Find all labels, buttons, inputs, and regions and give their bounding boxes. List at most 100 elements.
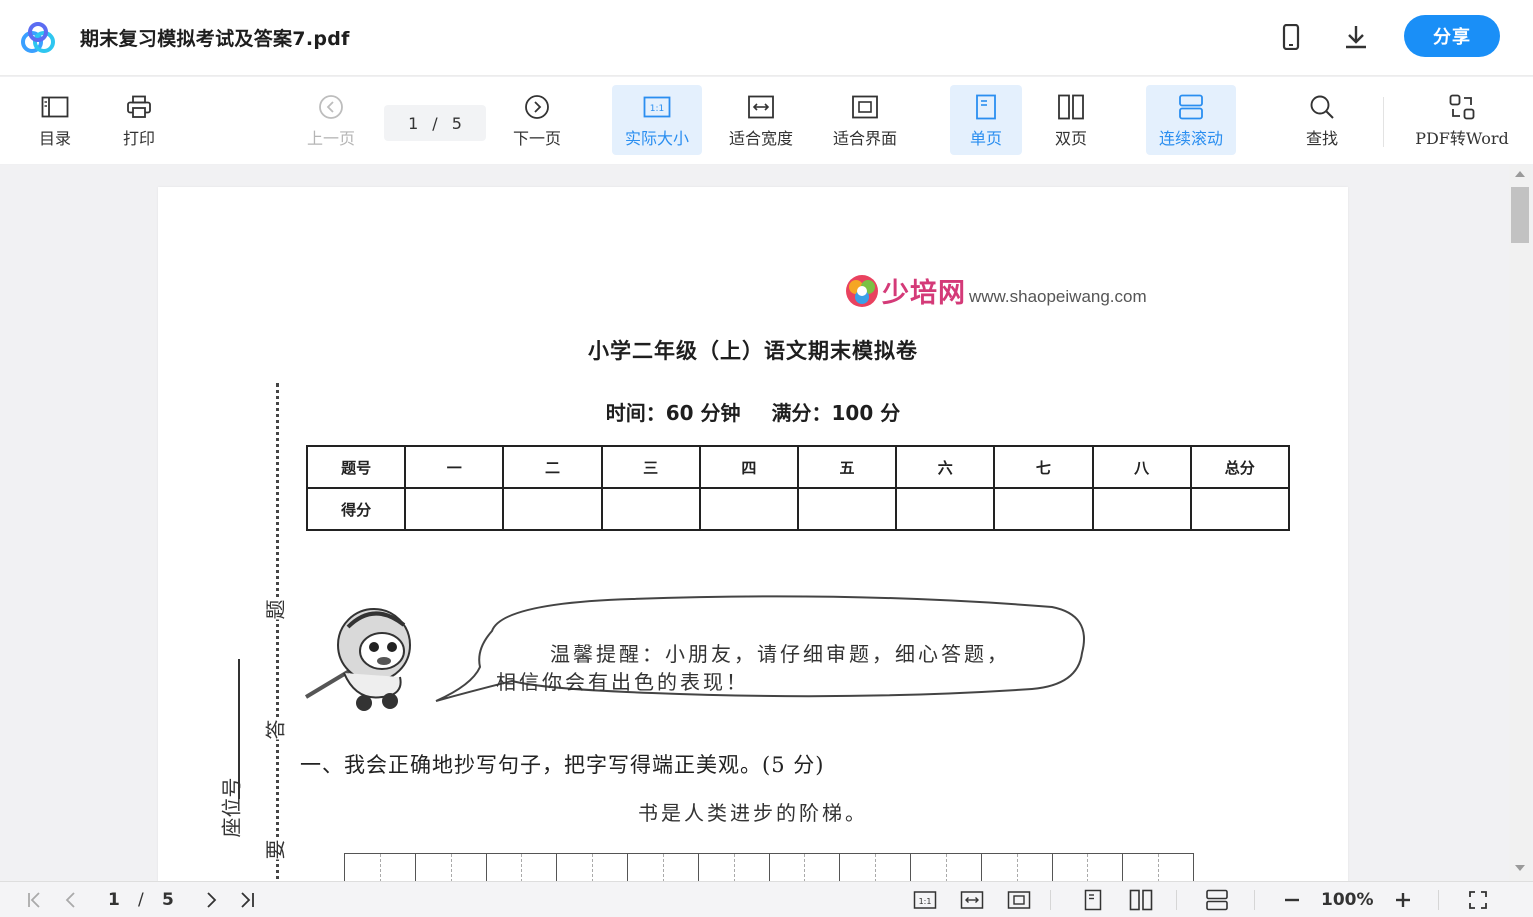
page-current: 1 xyxy=(408,113,419,133)
table-cell: 七 xyxy=(993,445,1094,489)
zoom-out-icon[interactable] xyxy=(1279,887,1305,913)
continuous-scroll-label: 连续滚动 xyxy=(1158,128,1223,148)
pdf-viewer-app: 期末复习模拟考试及答案7.pdf 分享 目录 打印 上一页 下一页 1:1 实际… xyxy=(0,0,1533,917)
brand-logo: 少培网 www.shaopeiwang.com xyxy=(844,273,1147,309)
grid-cell xyxy=(770,854,841,881)
printer-icon xyxy=(124,92,154,122)
toolbar-divider xyxy=(1383,97,1384,147)
grid-cell xyxy=(487,854,558,881)
grid-cell xyxy=(628,854,699,881)
print-label: 打印 xyxy=(122,128,155,148)
fit-page-icon xyxy=(850,92,880,122)
toc-icon xyxy=(40,92,70,122)
continuous-scroll-button[interactable]: 连续滚动 xyxy=(1146,85,1236,155)
bottom-divider xyxy=(1050,890,1051,910)
table-cell: 八 xyxy=(1091,445,1192,489)
next-page-button[interactable]: 下一页 xyxy=(506,85,568,155)
section-1-sentence: 书是人类进步的阶梯。 xyxy=(638,801,868,825)
grid-cell xyxy=(911,854,982,881)
fit-width-icon[interactable] xyxy=(959,887,985,913)
chevron-right-circle-icon xyxy=(522,92,552,122)
document-viewer[interactable]: 少培网 www.shaopeiwang.com 小学二年级（上）语文期末模拟卷 … xyxy=(0,165,1533,881)
next-page-label: 下一页 xyxy=(512,128,561,148)
table-cell xyxy=(600,487,701,531)
fit-width-label: 适合宽度 xyxy=(728,128,793,148)
chevron-left-circle-icon xyxy=(316,92,346,122)
exam-title: 小学二年级（上）语文期末模拟卷 xyxy=(588,339,918,363)
scroll-down-arrow-icon[interactable] xyxy=(1515,865,1525,871)
search-icon xyxy=(1307,92,1337,122)
download-icon[interactable] xyxy=(1341,22,1371,52)
fit-width-button[interactable]: 适合宽度 xyxy=(720,85,802,155)
scroll-up-arrow-icon[interactable] xyxy=(1515,171,1525,177)
bottom-page-separator: / xyxy=(138,890,144,910)
bottom-page-total: 5 xyxy=(162,890,174,910)
continuous-scroll-icon xyxy=(1176,92,1206,122)
fit-width-icon xyxy=(746,92,776,122)
grid-cell xyxy=(557,854,628,881)
first-page-icon[interactable] xyxy=(22,887,48,913)
actual-size-icon: 1:1 xyxy=(642,92,672,122)
single-page-button[interactable]: 单页 xyxy=(950,85,1022,155)
grid-cell xyxy=(416,854,487,881)
find-button[interactable]: 查找 xyxy=(1292,85,1352,155)
fit-page-button[interactable]: 适合界面 xyxy=(824,85,906,155)
score-table: 题号 一 二 三 四 五 六 七 八 总分 得分 xyxy=(305,445,1290,531)
reminder-line-1: 温馨提醒：小朋友，请仔细审题，细心答题， xyxy=(550,642,1010,666)
table-cell xyxy=(796,487,898,531)
bottom-divider xyxy=(1438,890,1439,910)
single-page-icon xyxy=(971,92,1001,122)
bottom-divider xyxy=(1176,890,1177,910)
table-cell xyxy=(1091,487,1192,531)
last-page-icon[interactable] xyxy=(234,887,260,913)
next-page-icon[interactable] xyxy=(198,887,224,913)
pdf-to-word-button[interactable]: PDF转Word xyxy=(1408,85,1516,155)
pdf-page: 少培网 www.shaopeiwang.com 小学二年级（上）语文期末模拟卷 … xyxy=(158,187,1348,881)
actual-size-icon[interactable]: 1:1 xyxy=(912,887,938,913)
table-cell xyxy=(404,487,505,531)
toc-button[interactable]: 目录 xyxy=(28,85,82,155)
fullscreen-icon[interactable] xyxy=(1465,887,1491,913)
section-1-title: 一、我会正确地抄写句子，把字写得端正美观。(5 分) xyxy=(300,753,825,777)
margin-char: 要 xyxy=(259,839,289,860)
writing-grid xyxy=(344,853,1194,881)
table-cell xyxy=(1189,487,1290,531)
exam-meta: 时间：60 分钟 满分：100 分 xyxy=(158,397,1348,426)
table-cell: 三 xyxy=(600,445,701,489)
single-page-icon[interactable] xyxy=(1080,887,1106,913)
mobile-icon[interactable] xyxy=(1276,22,1306,52)
full-score-label: 满分：100 分 xyxy=(771,401,901,425)
actual-size-label: 实际大小 xyxy=(624,128,689,148)
grid-cell xyxy=(840,854,911,881)
brand-flower-icon xyxy=(846,275,878,307)
prev-page-label: 上一页 xyxy=(306,128,355,148)
table-cell: 题号 xyxy=(305,445,407,489)
table-cell xyxy=(502,487,603,531)
actual-size-button[interactable]: 1:1 实际大小 xyxy=(612,85,702,155)
monkey-mascot-illustration xyxy=(304,608,411,711)
double-page-icon[interactable] xyxy=(1128,887,1154,913)
app-logo-icon xyxy=(21,22,55,53)
zoom-in-icon[interactable] xyxy=(1390,887,1416,913)
table-cell: 二 xyxy=(502,445,603,489)
table-cell xyxy=(698,487,799,531)
grid-cell xyxy=(982,854,1053,881)
prev-page-icon[interactable] xyxy=(58,887,84,913)
toc-label: 目录 xyxy=(38,128,71,148)
margin-char: 答 xyxy=(259,719,289,740)
toolbar: 目录 打印 上一页 下一页 1:1 实际大小 适合宽度 适合界面 单页 双页 连… xyxy=(0,77,1533,164)
table-cell: 四 xyxy=(698,445,799,489)
fit-page-icon[interactable] xyxy=(1006,887,1032,913)
continuous-scroll-icon[interactable] xyxy=(1204,887,1230,913)
double-page-icon xyxy=(1056,92,1086,122)
share-button[interactable]: 分享 xyxy=(1404,15,1500,57)
prev-page-button[interactable]: 上一页 xyxy=(300,85,362,155)
print-button[interactable]: 打印 xyxy=(112,85,166,155)
table-cell: 总分 xyxy=(1189,445,1290,489)
table-cell: 得分 xyxy=(305,487,407,531)
double-page-button[interactable]: 双页 xyxy=(1040,85,1102,155)
scroll-thumb[interactable] xyxy=(1511,187,1529,243)
zoom-level[interactable]: 100% xyxy=(1321,890,1374,910)
page-number-box[interactable]: 1 / 5 xyxy=(384,105,486,141)
vertical-scrollbar[interactable] xyxy=(1509,165,1531,881)
